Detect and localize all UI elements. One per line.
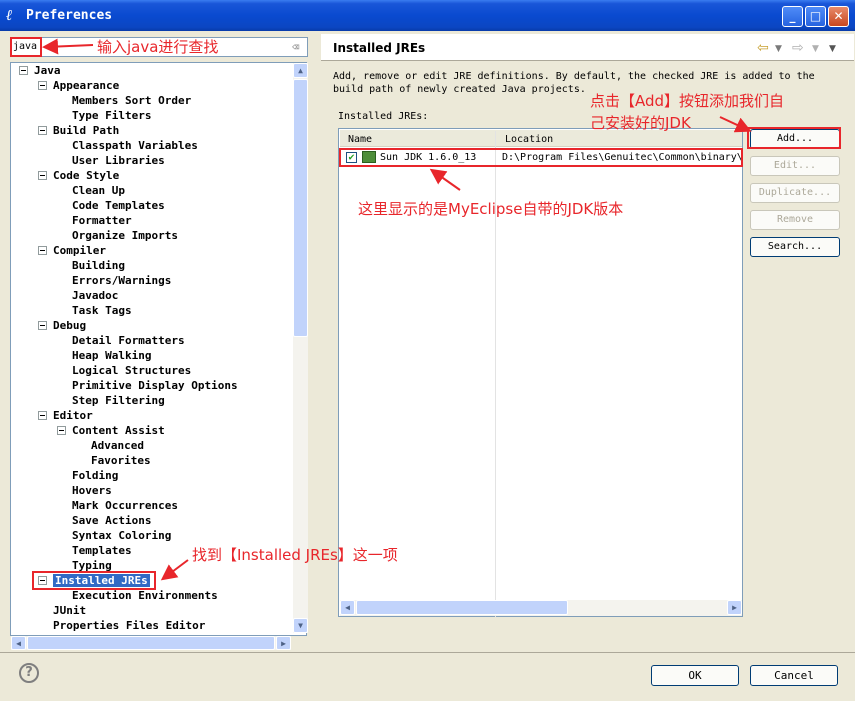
annotation-arrows	[42, 38, 752, 581]
jre-arrow	[160, 559, 189, 581]
jdk-arrow	[429, 168, 461, 191]
search-arrow	[42, 38, 94, 55]
add-arrow	[719, 116, 752, 133]
